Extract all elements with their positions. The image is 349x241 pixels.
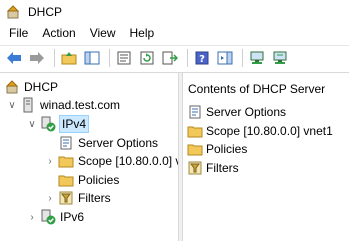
menu-help[interactable]: Help — [123, 24, 162, 43]
chevron-right-icon[interactable]: › — [44, 192, 56, 204]
tree-label: Server Options — [78, 136, 159, 150]
ipv6-check-icon — [40, 209, 56, 225]
up-folder-icon[interactable] — [59, 48, 79, 68]
forward-arrow-icon[interactable] — [27, 48, 47, 68]
refresh-icon[interactable] — [137, 48, 157, 68]
tree-node-server[interactable]: ∨ winad.test.com — [6, 95, 120, 115]
tree-node-server-options[interactable]: Server Options — [58, 133, 158, 153]
menu-action[interactable]: Action — [35, 24, 82, 43]
results-item-label: Policies — [206, 142, 248, 156]
results-item-label: Scope [10.80.0.0] vnet1 — [206, 124, 333, 138]
tree-node-dhcp[interactable]: DHCP — [2, 77, 58, 97]
options-icon — [58, 135, 74, 151]
results-item-server-options[interactable]: Server Options — [187, 103, 286, 121]
chevron-down-icon[interactable]: ∨ — [26, 118, 38, 130]
results-item-label: Server Options — [206, 105, 287, 119]
svg-text:?: ? — [199, 54, 205, 65]
filter-icon — [187, 160, 203, 176]
help-icon[interactable]: ? — [192, 48, 212, 68]
chevron-right-icon[interactable]: › — [44, 155, 56, 167]
toolbar-separator — [54, 49, 55, 67]
menu-view[interactable]: View — [83, 24, 123, 43]
show-hide-console-tree-icon[interactable] — [82, 48, 102, 68]
tree-node-policies[interactable]: Policies — [58, 170, 119, 190]
tree-node-ipv6[interactable]: › IPv6 — [26, 207, 84, 227]
export-list-icon[interactable] — [160, 48, 180, 68]
toolbar-separator — [109, 49, 110, 67]
filter-icon — [58, 190, 74, 206]
server-icon — [20, 97, 36, 113]
tree-label: IPv4 — [58, 115, 90, 133]
console-panes: DHCP ∨ winad.test.com ∨ IPv4 Server Opti… — [0, 72, 349, 241]
tree-label: Filters — [78, 191, 111, 205]
ipv4-check-icon — [40, 116, 56, 132]
results-title: Contents of DHCP Server — [188, 82, 326, 96]
tree-label: Scope [10.80.0.0] vnet1 — [78, 154, 178, 168]
menu-bar: File Action View Help — [0, 24, 349, 43]
results-item-scope[interactable]: Scope [10.80.0.0] vnet1 — [187, 122, 333, 140]
menu-file[interactable]: File — [0, 24, 35, 43]
tree-node-ipv4[interactable]: ∨ IPv4 — [26, 114, 90, 134]
console-tree[interactable]: DHCP ∨ winad.test.com ∨ IPv4 Server Opti… — [0, 73, 178, 241]
server-network-alt-icon[interactable] — [270, 48, 290, 68]
tree-node-scope[interactable]: › Scope [10.80.0.0] vnet1 — [44, 151, 178, 171]
title-bar: DHCP — [0, 0, 349, 24]
properties-icon[interactable] — [114, 48, 134, 68]
show-action-pane-icon[interactable] — [215, 48, 235, 68]
folder-icon — [187, 141, 203, 157]
chevron-right-icon[interactable]: › — [26, 211, 38, 223]
results-item-policies[interactable]: Policies — [187, 140, 247, 158]
tree-label: IPv6 — [60, 210, 85, 224]
options-icon — [187, 104, 203, 120]
tree-node-filters[interactable]: › Filters — [44, 188, 111, 208]
results-item-label: Filters — [206, 161, 239, 175]
window-title: DHCP — [28, 5, 63, 19]
tree-label: DHCP — [24, 80, 59, 94]
results-item-filters[interactable]: Filters — [187, 159, 239, 177]
tree-label: winad.test.com — [40, 98, 121, 112]
folder-icon — [58, 153, 74, 169]
tree-label: Policies — [78, 173, 120, 187]
toolbar-separator — [187, 49, 188, 67]
toolbar: ? — [0, 45, 349, 70]
dhcp-app-icon — [4, 79, 20, 95]
dhcp-app-icon — [6, 5, 20, 19]
toolbar-separator — [242, 49, 243, 67]
server-network-icon[interactable] — [247, 48, 267, 68]
folder-icon — [187, 123, 203, 139]
results-pane: Contents of DHCP Server Server Options S… — [183, 73, 349, 241]
folder-icon — [58, 172, 74, 188]
chevron-down-icon[interactable]: ∨ — [6, 99, 18, 111]
back-arrow-icon[interactable] — [4, 48, 24, 68]
